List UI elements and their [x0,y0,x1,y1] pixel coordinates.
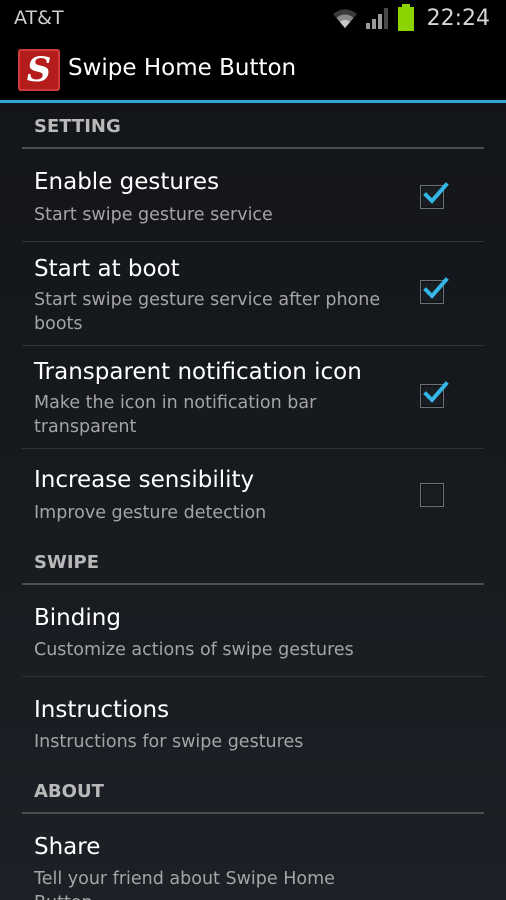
pref-title: Enable gestures [34,169,220,195]
start-at-boot-checkbox[interactable] [420,277,449,304]
screen: AT&T 22:24 S Swipe Home Button SETTING E… [0,0,506,900]
signal-icon [365,8,388,29]
category-setting: SETTING [22,103,484,149]
pref-title: Increase sensibility [34,467,255,493]
checkmark-icon [423,277,449,299]
pref-summary: Make the icon in notification bar transp… [34,393,317,437]
action-bar: S Swipe Home Button [0,36,506,100]
checkmark-icon [423,381,449,403]
pref-instructions[interactable]: Instructions Instructions for swipe gest… [22,677,484,768]
pref-summary: Start swipe gesture service after phone … [34,290,381,334]
clock: 22:24 [426,5,490,31]
pref-title: Instructions [34,697,170,723]
status-icons: 22:24 [331,3,490,33]
pref-summary: Customize actions of swipe gestures [34,640,354,660]
status-bar: AT&T 22:24 [0,0,506,36]
preferences-list: SETTING Enable gestures Start swipe gest… [0,103,506,900]
app-title: Swipe Home Button [68,55,297,81]
pref-title: Transparent notification icon [34,359,362,385]
pref-transparent-notification-icon[interactable]: Transparent notification icon Make the i… [22,346,484,449]
pref-summary: Start swipe gesture service [34,205,273,225]
pref-enable-gestures[interactable]: Enable gestures Start swipe gesture serv… [22,149,484,242]
wifi-icon [332,9,357,28]
category-about: ABOUT [22,768,484,814]
transparent-icon-checkbox[interactable] [420,381,449,408]
pref-summary: Improve gesture detection [34,503,267,523]
app-icon-letter: S [26,50,52,90]
pref-title: Binding [34,605,121,631]
pref-summary: Tell your friend about Swipe Home Button [34,869,335,900]
carrier-name: AT&T [14,7,64,29]
increase-sensibility-checkbox[interactable] [420,483,444,507]
category-about-label: ABOUT [34,781,104,802]
category-swipe-label: SWIPE [34,552,100,573]
pref-share[interactable]: Share Tell your friend about Swipe Home … [22,814,484,900]
pref-title: Share [34,834,101,860]
app-icon[interactable]: S [18,49,60,91]
pref-start-at-boot[interactable]: Start at boot Start swipe gesture servic… [22,242,484,346]
pref-summary: Instructions for swipe gestures [34,732,304,752]
battery-icon [397,4,414,31]
category-swipe: SWIPE [22,539,484,585]
enable-gestures-checkbox[interactable] [420,182,449,209]
pref-binding[interactable]: Binding Customize actions of swipe gestu… [22,585,484,677]
checkmark-icon [423,182,449,204]
pref-increase-sensibility[interactable]: Increase sensibility Improve gesture det… [22,449,484,539]
category-setting-label: SETTING [34,116,121,137]
pref-title: Start at boot [34,256,180,282]
